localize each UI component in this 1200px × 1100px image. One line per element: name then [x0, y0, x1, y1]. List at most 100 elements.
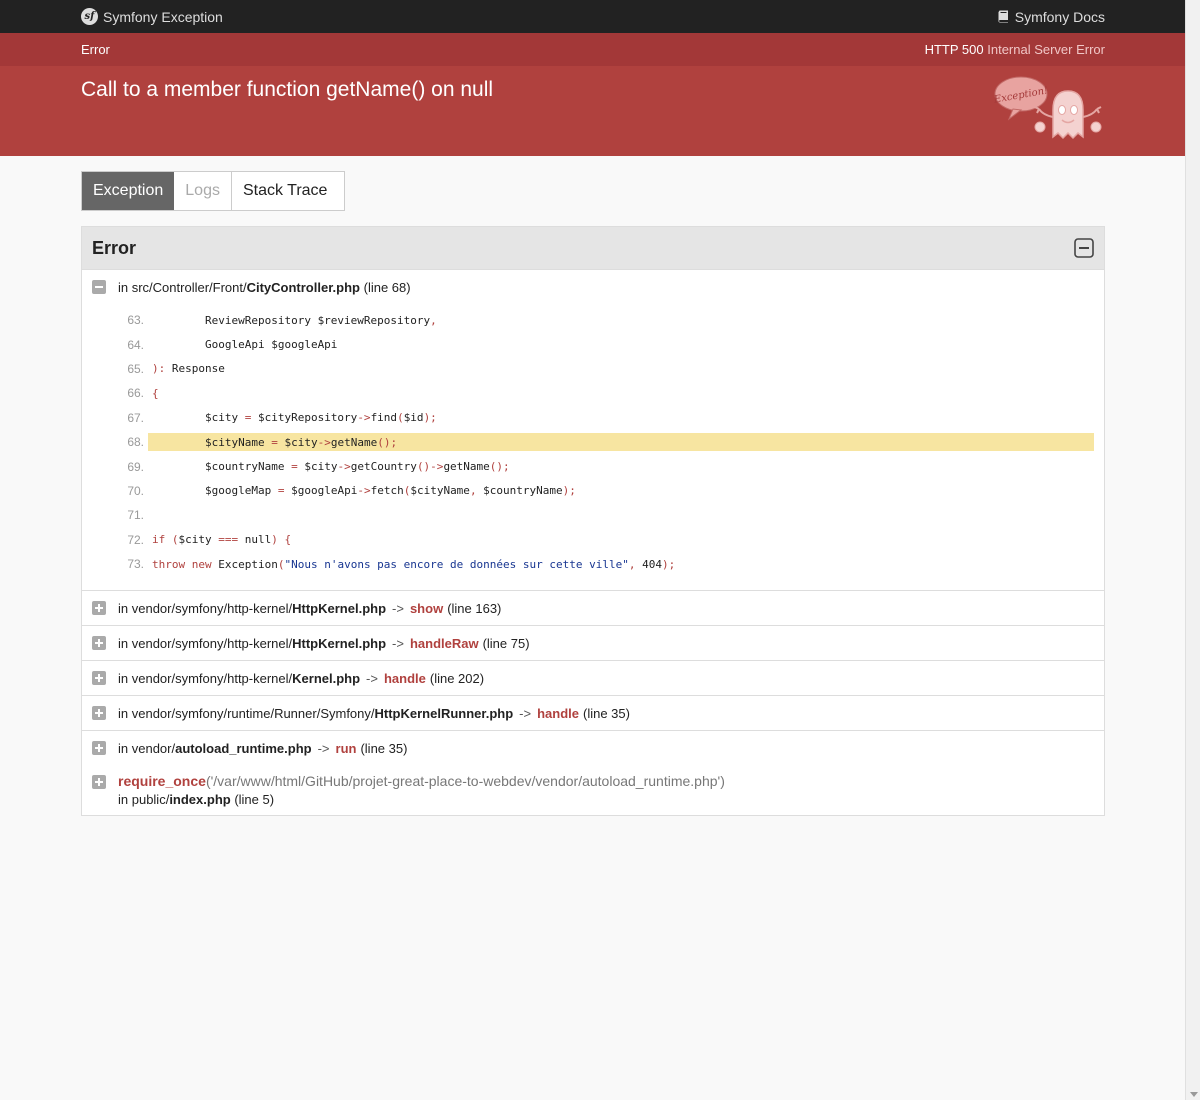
trace-arrow: -> — [392, 600, 404, 616]
status-label: Error — [81, 42, 110, 57]
trace-item: in vendor/autoload_runtime.php -> run (line… — [82, 731, 1104, 765]
trace-file-name: CityController.php — [246, 279, 360, 295]
trace-line-number: (line 35) — [583, 705, 630, 721]
trace-item: in vendor/symfony/http-kernel/Kernel.php… — [82, 661, 1104, 697]
trace-header[interactable]: in vendor/symfony/runtime/Runner/Symfony… — [92, 696, 1094, 730]
trace-item-expanded: in src/Controller/Front/CityController.p… — [82, 270, 1104, 592]
trace-arrow: -> — [366, 670, 378, 686]
http-status: HTTP 500 Internal Server Error — [925, 42, 1105, 57]
tab-stack-trace[interactable]: Stack Trace — [232, 172, 338, 210]
code-line-source: { — [152, 386, 159, 400]
trace-file-prefix: in src/Controller/Front/ — [118, 279, 247, 295]
trace-item: in vendor/symfony/http-kernel/HttpKernel… — [82, 626, 1104, 662]
trace-line-number: (line 68) — [363, 279, 411, 295]
trace-header[interactable]: in vendor/autoload_runtime.php -> run (line… — [92, 731, 1094, 765]
code-line-number: 71. — [127, 508, 144, 523]
trace-header[interactable]: require_once('/var/www/html/GitHub/proje… — [92, 773, 1094, 807]
docs-label: Symfony Docs — [1014, 8, 1105, 25]
trace-file-prefix: in vendor/symfony/http-kernel/ — [118, 670, 293, 686]
tab-logs[interactable]: Logs — [174, 172, 232, 210]
trace-file-name: HttpKernelRunner.php — [374, 705, 514, 721]
page-scrollbar[interactable] — [1185, 0, 1200, 1100]
trace-method: show — [409, 600, 444, 616]
symfony-docs-link[interactable]: Symfony Docs — [998, 9, 1105, 25]
expand-icon[interactable] — [92, 636, 106, 651]
trace-file-prefix: in vendor/symfony/http-kernel/ — [118, 635, 293, 651]
trace-file-prefix: in vendor/symfony/runtime/Runner/Symfony… — [118, 705, 375, 721]
scroll-down-arrow-icon[interactable] — [1190, 1092, 1198, 1097]
code-line-source: $countryName = $city -> getCountry ()-> getN… — [152, 460, 510, 474]
code-line-number: 69. — [127, 459, 144, 474]
http-status-text: Internal Server Error — [987, 42, 1105, 57]
code-line-source: if ($city === null) { — [152, 533, 292, 547]
trace-arrow: -> — [519, 705, 532, 721]
expand-icon[interactable] — [92, 775, 106, 790]
symfony-logo-icon: sf — [81, 8, 98, 25]
trace-line-number: (line 35) — [360, 740, 408, 756]
trace-function-arg: ('/var/www/html/GitHub/projet-great-plac… — [205, 773, 725, 790]
trace-header[interactable]: in vendor/symfony/http-kernel/Kernel.php… — [92, 661, 1094, 695]
trace-line-number: (line 202) — [429, 670, 485, 686]
code-line-source: $cityName = $city -> getName (); — [148, 433, 1094, 452]
trace-header[interactable]: in src/Controller/Front/CityController.p… — [92, 270, 1094, 304]
trace-item: in vendor/symfony/runtime/Runner/Symfony… — [82, 696, 1104, 732]
trace-arrow: -> — [392, 635, 404, 651]
top-bar: sf Symfony Exception Symfony Docs — [0, 0, 1185, 33]
code-line-number: 64. — [127, 337, 144, 352]
trace-file-prefix: in public/ — [118, 792, 170, 808]
trace-header[interactable]: in vendor/symfony/http-kernel/HttpKernel… — [92, 626, 1094, 660]
trace-file-name: Kernel.php — [292, 670, 361, 686]
expand-icon[interactable] — [92, 741, 106, 756]
code-line-source: ReviewRepository $reviewRepository, — [152, 313, 437, 327]
code-line-number: 73. — [127, 557, 144, 572]
panel-title: Error — [92, 237, 137, 258]
code-line-source — [148, 506, 1094, 524]
status-bar: Error HTTP 500 Internal Server Error — [0, 33, 1185, 66]
trace-method: handle — [383, 670, 426, 686]
trace-method: run — [335, 740, 357, 756]
code-snippet: 63. ReviewRepository $reviewRepository, 6… — [92, 304, 1094, 590]
code-line-number: 66. — [127, 386, 144, 401]
code-line-number: 72. — [127, 532, 144, 547]
collapse-icon[interactable] — [92, 280, 106, 294]
expand-icon[interactable] — [92, 671, 106, 686]
code-line: 72. if ($city === null) { — [92, 528, 1094, 552]
code-line-number: 70. — [127, 483, 144, 498]
trace-function: require_once — [118, 773, 206, 790]
exception-header: Call to a member function getName() on n… — [0, 66, 1185, 156]
tab-exception[interactable]: Exception — [82, 172, 175, 210]
tab-bar: Exception Logs Stack Trace — [81, 171, 345, 211]
code-line-source: $googleMap = $googleApi -> fetch($cityName… — [152, 484, 576, 498]
exception-message: Call to a member function getName() on n… — [81, 78, 494, 101]
page: sf Symfony Exception Symfony Docs Error … — [0, 0, 1185, 817]
code-line: 69. $countryName = $city -> getCountry ()->… — [92, 454, 1094, 478]
code-line: 66. { — [92, 381, 1094, 405]
panel-header: Error — [82, 227, 1104, 270]
code-line-source: GoogleApi $googleApi — [152, 338, 338, 352]
http-code: HTTP 500 — [924, 42, 984, 57]
brand[interactable]: sf Symfony Exception — [81, 8, 223, 25]
code-line: 64. GoogleApi $googleApi — [92, 332, 1094, 356]
trace-line-number: (line 75) — [482, 635, 530, 651]
brand-label: Symfony Exception — [103, 8, 223, 25]
expand-icon[interactable] — [92, 601, 106, 616]
expand-icon[interactable] — [92, 706, 106, 721]
code-line-number: 68. — [127, 435, 144, 450]
trace-file-prefix: in vendor/ — [118, 740, 176, 756]
code-line-source: ): Response — [152, 362, 225, 376]
code-line: 71. — [92, 503, 1094, 527]
trace-item: in vendor/symfony/http-kernel/HttpKernel… — [82, 591, 1104, 627]
code-line: 65. ): Response — [92, 357, 1094, 381]
trace-file-name: HttpKernel.php — [292, 600, 387, 616]
code-line-source: $city = $cityRepository -> find($id); — [152, 411, 437, 425]
trace-item-require: require_once('/var/www/html/GitHub/proje… — [82, 765, 1104, 815]
collapse-all-icon[interactable] — [1074, 238, 1094, 258]
trace-header[interactable]: in vendor/symfony/http-kernel/HttpKernel… — [92, 591, 1094, 625]
trace-line-number: (line 163) — [447, 600, 502, 616]
trace-file-name: index.php — [169, 792, 231, 808]
code-line: 67. $city = $cityRepository -> find($id); — [92, 406, 1094, 430]
trace-arrow: -> — [317, 740, 330, 756]
trace-line-number: (line 5) — [234, 792, 275, 808]
trace-file-name: HttpKernel.php — [292, 635, 387, 651]
code-line-number: 65. — [127, 361, 144, 376]
